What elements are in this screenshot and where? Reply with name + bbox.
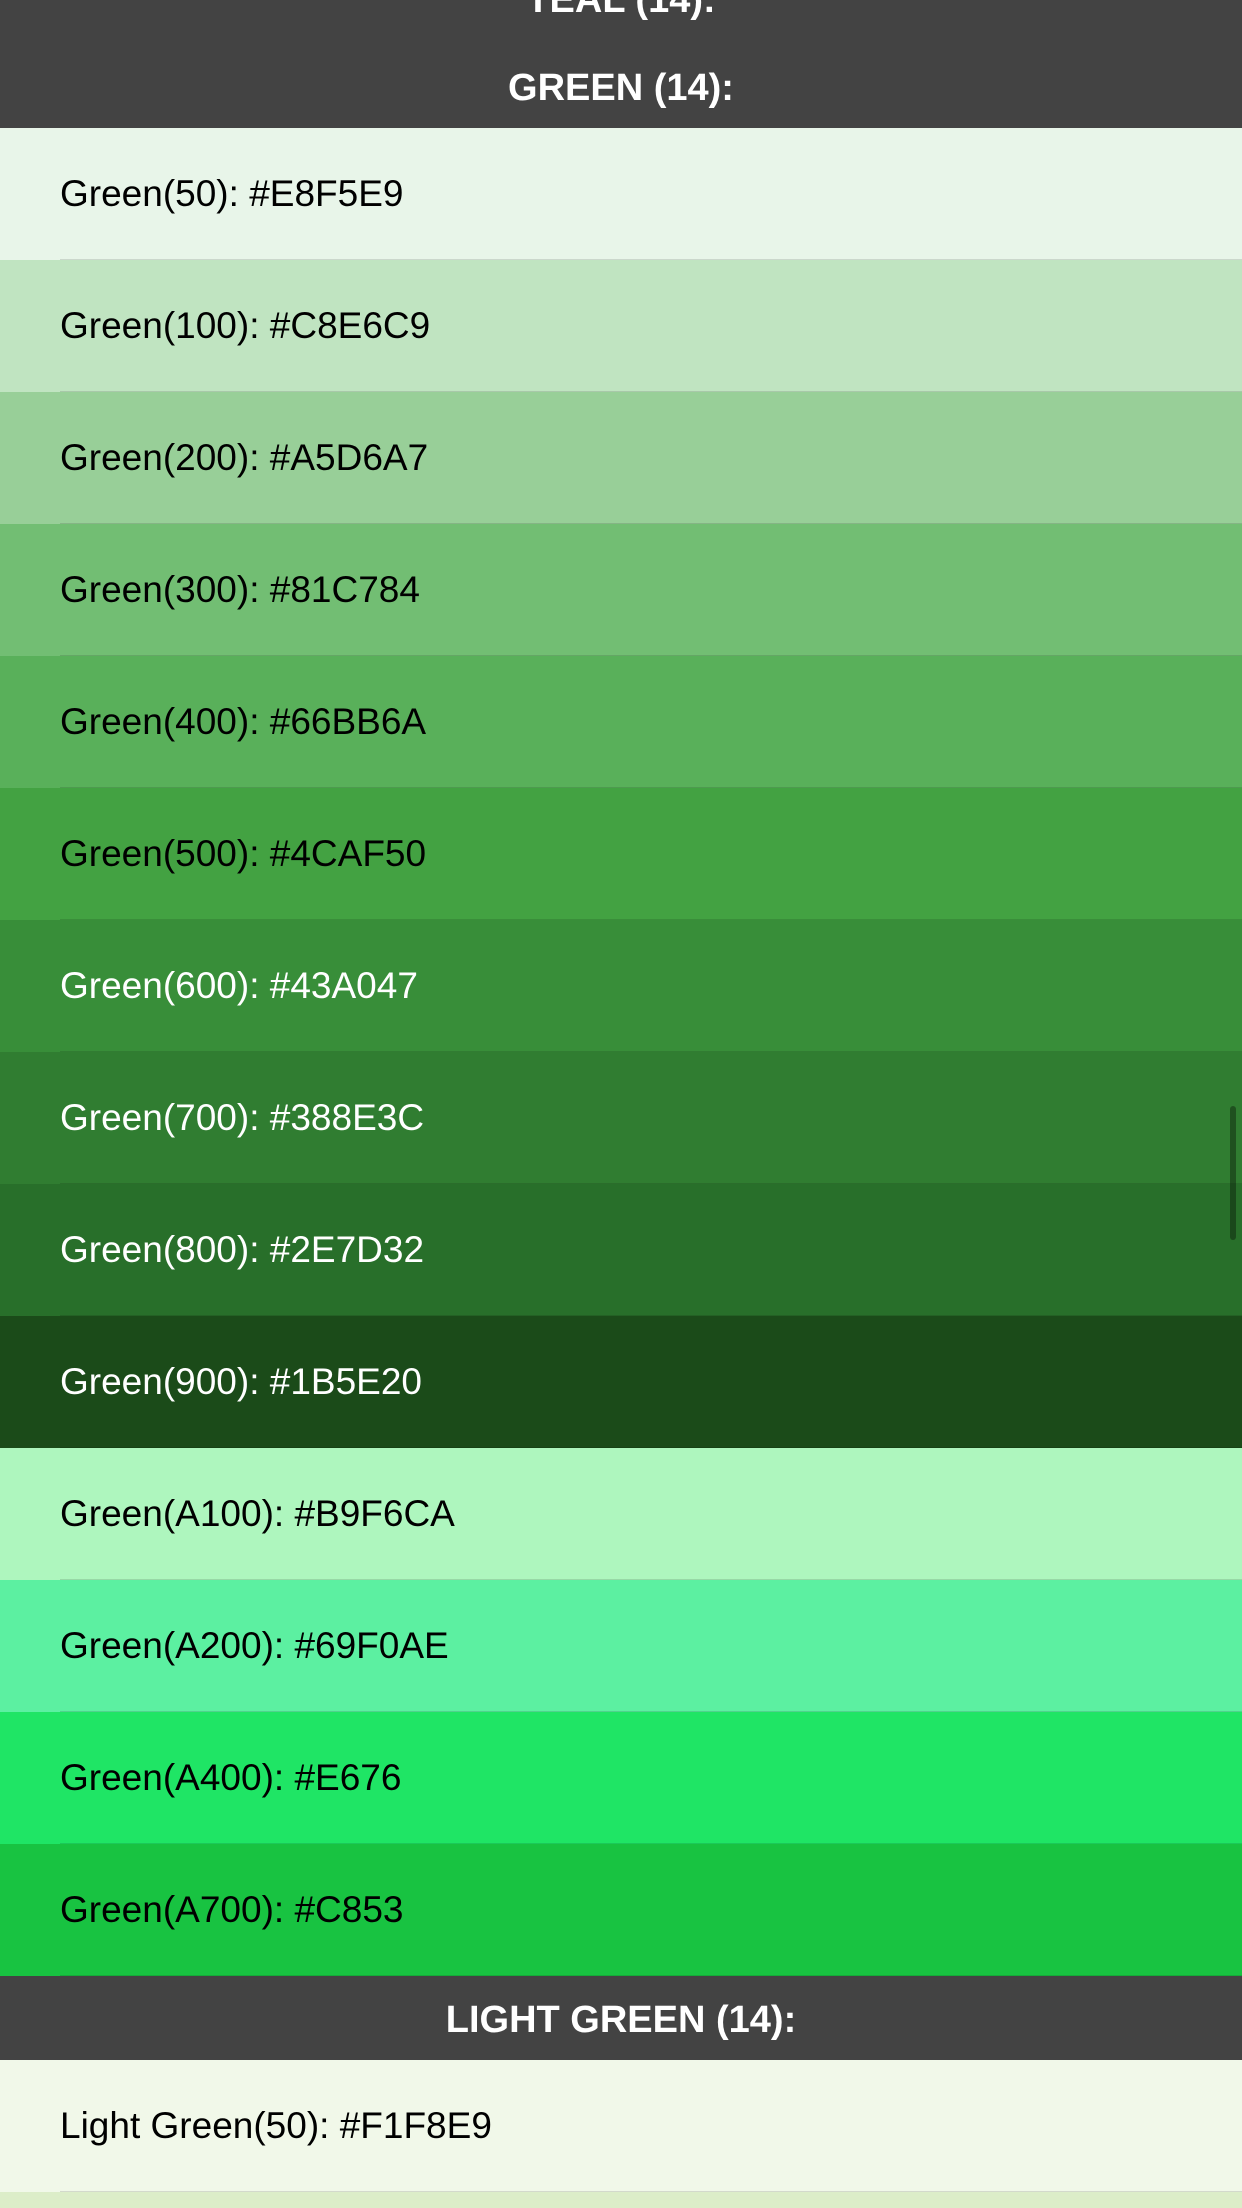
color-row-label: Green(900): #1B5E20 <box>60 1361 423 1402</box>
light-green-rows: Light Green(50): #F1F8E9 <box>0 2060 1242 2208</box>
color-row[interactable]: Green(600): #43A047 <box>0 920 1242 1052</box>
color-row[interactable]: Green(700): #388E3C <box>0 1052 1242 1184</box>
color-row-label: Green(700): #388E3C <box>60 1097 425 1138</box>
color-row[interactable]: Green(400): #66BB6A <box>0 656 1242 788</box>
section-header-teal: TEAL (14): <box>526 0 716 21</box>
color-row[interactable]: Green(A700): #C853 <box>0 1844 1242 1976</box>
color-row-label: Green(300): #81C784 <box>60 569 420 610</box>
color-list[interactable]: TEAL (14): GREEN (14): Green(50): #E8F5E… <box>0 0 1242 2208</box>
green-rows: Green(50): #E8F5E9 Green(100): #C8E6C9 Gre… <box>0 128 1242 1976</box>
color-row[interactable] <box>0 2192 1242 2208</box>
color-row-label: Green(600): #43A047 <box>60 965 418 1006</box>
scrollbar[interactable] <box>1230 1106 1236 1240</box>
color-row-label: Green(A100): #B9F6CA <box>60 1493 455 1534</box>
color-row-label: Green(400): #66BB6A <box>60 701 427 742</box>
color-row[interactable]: Green(A100): #B9F6CA <box>0 1448 1242 1580</box>
color-row-label: Green(A700): #C853 <box>60 1889 404 1930</box>
color-row[interactable]: Green(50): #E8F5E9 <box>0 128 1242 260</box>
color-row[interactable]: Light Green(50): #F1F8E9 <box>0 2060 1242 2192</box>
color-row[interactable]: Green(A200): #69F0AE <box>0 1580 1242 1712</box>
color-row-label: Green(800): #2E7D32 <box>60 1229 425 1270</box>
color-row[interactable]: Green(300): #81C784 <box>0 524 1242 656</box>
color-row[interactable]: Green(900): #1B5E20 <box>0 1316 1242 1448</box>
color-row-label: Green(A400): #E676 <box>60 1757 402 1798</box>
color-row-label: Green(100): #C8E6C9 <box>60 305 431 346</box>
color-row[interactable]: Green(500): #4CAF50 <box>0 788 1242 920</box>
color-row-label: Green(200): #A5D6A7 <box>60 437 429 478</box>
section-header-green-label: GREEN (14): <box>508 67 734 109</box>
color-row-label: Green(50): #E8F5E9 <box>60 173 404 214</box>
section-header-green: TEAL (14): GREEN (14): <box>0 0 1242 128</box>
color-row[interactable]: Green(800): #2E7D32 <box>0 1184 1242 1316</box>
color-row[interactable]: Green(100): #C8E6C9 <box>0 260 1242 392</box>
color-row-label: Green(500): #4CAF50 <box>60 833 427 874</box>
color-row[interactable]: Green(A400): #E676 <box>0 1712 1242 1844</box>
color-row-label: Green(A200): #69F0AE <box>60 1625 449 1666</box>
color-row[interactable]: Green(200): #A5D6A7 <box>0 392 1242 524</box>
color-row-label: Light Green(50): #F1F8E9 <box>60 2105 492 2146</box>
section-header-light-green: LIGHT GREEN (14): <box>0 1976 1242 2060</box>
